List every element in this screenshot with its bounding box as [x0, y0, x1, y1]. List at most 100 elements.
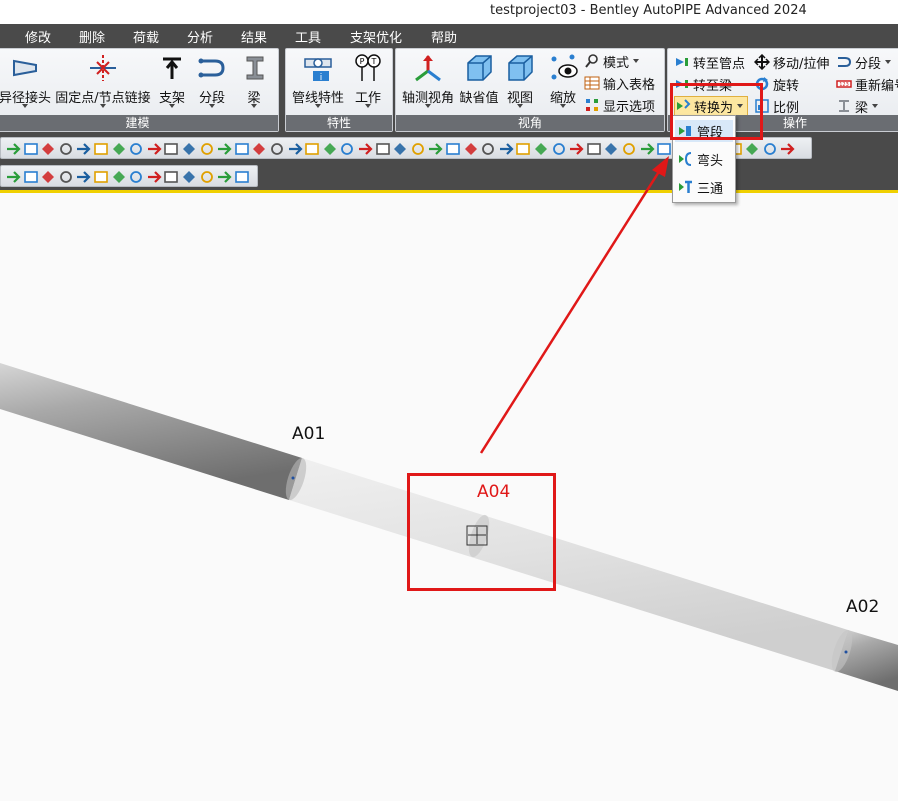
toolbar-tool-icon[interactable]: [533, 141, 549, 157]
move-stretch-button[interactable]: 移动/拉伸: [754, 52, 829, 72]
pipe-segment-left[interactable]: [0, 363, 302, 500]
table-icon: [584, 76, 600, 90]
menu-support-optimization[interactable]: 支架优化: [350, 27, 402, 46]
dropdown-item-elbow[interactable]: 弯头: [675, 148, 733, 170]
toolbar-tool-icon[interactable]: [93, 141, 109, 157]
toolbar-tool-icon[interactable]: [287, 141, 303, 157]
toolbar-tool-icon[interactable]: [146, 141, 162, 157]
toolbar-tool-icon[interactable]: [463, 141, 479, 157]
reducer-button[interactable]: 异径接头: [0, 51, 53, 115]
toolbar-tool-icon[interactable]: [304, 141, 320, 157]
toolbar-tool-icon[interactable]: [199, 169, 215, 185]
toolbar-tool-icon[interactable]: [568, 141, 584, 157]
toolbar-tool-icon[interactable]: [410, 141, 426, 157]
highlight-box-convert: [670, 83, 763, 140]
title-bar: testproject03 - Bentley AutoPIPE Advance…: [0, 0, 898, 24]
operating-button[interactable]: P T 工作: [350, 51, 386, 115]
toolbar-tool-icon[interactable]: [322, 141, 338, 157]
toolbar-tool-icon[interactable]: [234, 169, 250, 185]
toolbar-tool-icon[interactable]: [5, 169, 21, 185]
toolbar-tool-icon[interactable]: [234, 141, 250, 157]
input-grid-button[interactable]: 输入表格: [584, 73, 655, 93]
menu-loads[interactable]: 荷载: [133, 27, 159, 46]
toolbar-tool-icon[interactable]: [744, 141, 760, 157]
beam-small-button[interactable]: 梁: [836, 96, 879, 116]
toolbar-tool-icon[interactable]: [498, 141, 514, 157]
toolbar-tool-icon[interactable]: [216, 169, 232, 185]
node-point-a01[interactable]: [291, 476, 295, 480]
toolbar-strip: [0, 165, 258, 187]
renumber-button[interactable]: 123 重新编号: [836, 74, 898, 94]
toolbar-tool-icon[interactable]: [5, 141, 21, 157]
toolbar-tool-icon[interactable]: [163, 141, 179, 157]
menu-tools[interactable]: 工具: [295, 27, 321, 46]
svg-text:i: i: [320, 73, 323, 83]
menu-analysis[interactable]: 分析: [187, 27, 213, 46]
segment-icon: [198, 58, 225, 78]
toolbar-tool-icon[interactable]: [656, 141, 672, 157]
mode-button[interactable]: 模式: [584, 51, 640, 71]
toolbar-tool-icon[interactable]: [586, 141, 602, 157]
toolbar-tool-icon[interactable]: [58, 141, 74, 157]
toolbar-tool-icon[interactable]: [251, 141, 267, 157]
anchor-link-icon: [90, 55, 116, 81]
beam-button[interactable]: 梁: [237, 51, 271, 115]
toolbar-tool-icon[interactable]: [480, 141, 496, 157]
default-view-button[interactable]: 缺省值: [458, 51, 500, 115]
toolbar-tool-icon[interactable]: [163, 169, 179, 185]
toolbar-tool-icon[interactable]: [603, 141, 619, 157]
anchor-link-button[interactable]: 固定点/节点链接: [55, 51, 151, 115]
toolbar-tool-icon[interactable]: [23, 141, 39, 157]
node-point-a02[interactable]: [844, 650, 848, 654]
segment-button[interactable]: 分段: [195, 51, 229, 115]
toolbar-tool-icon[interactable]: [40, 141, 56, 157]
support-button[interactable]: 支架: [155, 51, 189, 115]
toolbar-tool-icon[interactable]: [23, 169, 39, 185]
menu-delete[interactable]: 删除: [79, 27, 105, 46]
toolbar-tool-icon[interactable]: [515, 141, 531, 157]
pipe-segment-middle[interactable]: [289, 458, 848, 671]
toolbar-tool-icon[interactable]: [216, 141, 232, 157]
toolbar-tool-icon[interactable]: [639, 141, 655, 157]
display-options-button[interactable]: 显示选项: [584, 95, 655, 115]
toolbar-tool-icon[interactable]: [111, 141, 127, 157]
toolbar-tool-icon[interactable]: [75, 169, 91, 185]
toolbar-tool-icon[interactable]: [339, 141, 355, 157]
dropdown-item-tee[interactable]: 三通: [675, 176, 733, 198]
toolbar-tool-icon[interactable]: [392, 141, 408, 157]
toolbar-tool-icon[interactable]: [128, 141, 144, 157]
search-icon: [585, 54, 598, 68]
toolbar-tool-icon[interactable]: [375, 141, 391, 157]
toolbar-tool-icon[interactable]: [357, 141, 373, 157]
view-button[interactable]: 视图: [502, 51, 538, 115]
goto-pipe-point-button[interactable]: 转至管点: [674, 52, 745, 72]
toolbar-tool-icon[interactable]: [445, 141, 461, 157]
toolbar-tool-icon[interactable]: [75, 141, 91, 157]
toolbar-tool-icon[interactable]: [146, 169, 162, 185]
toolbar-tool-icon[interactable]: [58, 169, 74, 185]
toolbar-tool-icon[interactable]: [621, 141, 637, 157]
toolbar-tool-icon[interactable]: [427, 141, 443, 157]
zoom-button[interactable]: 缩放: [543, 51, 583, 115]
axis-view-button[interactable]: 轴测视角: [399, 51, 457, 115]
toolbar-tool-icon[interactable]: [551, 141, 567, 157]
toolbar-tool-icon[interactable]: [269, 141, 285, 157]
toolbar-tool-icon[interactable]: [181, 141, 197, 157]
chevron-down-icon: [100, 104, 106, 108]
chevron-down-icon: [209, 104, 215, 108]
toolbar-tool-icon[interactable]: [199, 141, 215, 157]
chevron-down-icon: [169, 104, 175, 108]
toolbar-tool-icon[interactable]: [111, 169, 127, 185]
toolbar-tool-icon[interactable]: [181, 169, 197, 185]
pipe-properties-button[interactable]: i 管线特性: [290, 51, 346, 115]
toolbar-tool-icon[interactable]: [40, 169, 56, 185]
menu-help[interactable]: 帮助: [431, 27, 457, 46]
segment-small-button[interactable]: 分段: [836, 52, 892, 72]
toolbar-row-1: [0, 134, 898, 162]
menu-modify[interactable]: 修改: [25, 27, 51, 46]
toolbar-tool-icon[interactable]: [93, 169, 109, 185]
toolbar-tool-icon[interactable]: [762, 141, 778, 157]
toolbar-tool-icon[interactable]: [128, 169, 144, 185]
toolbar-tool-icon[interactable]: [779, 141, 795, 157]
menu-results[interactable]: 结果: [241, 27, 267, 46]
